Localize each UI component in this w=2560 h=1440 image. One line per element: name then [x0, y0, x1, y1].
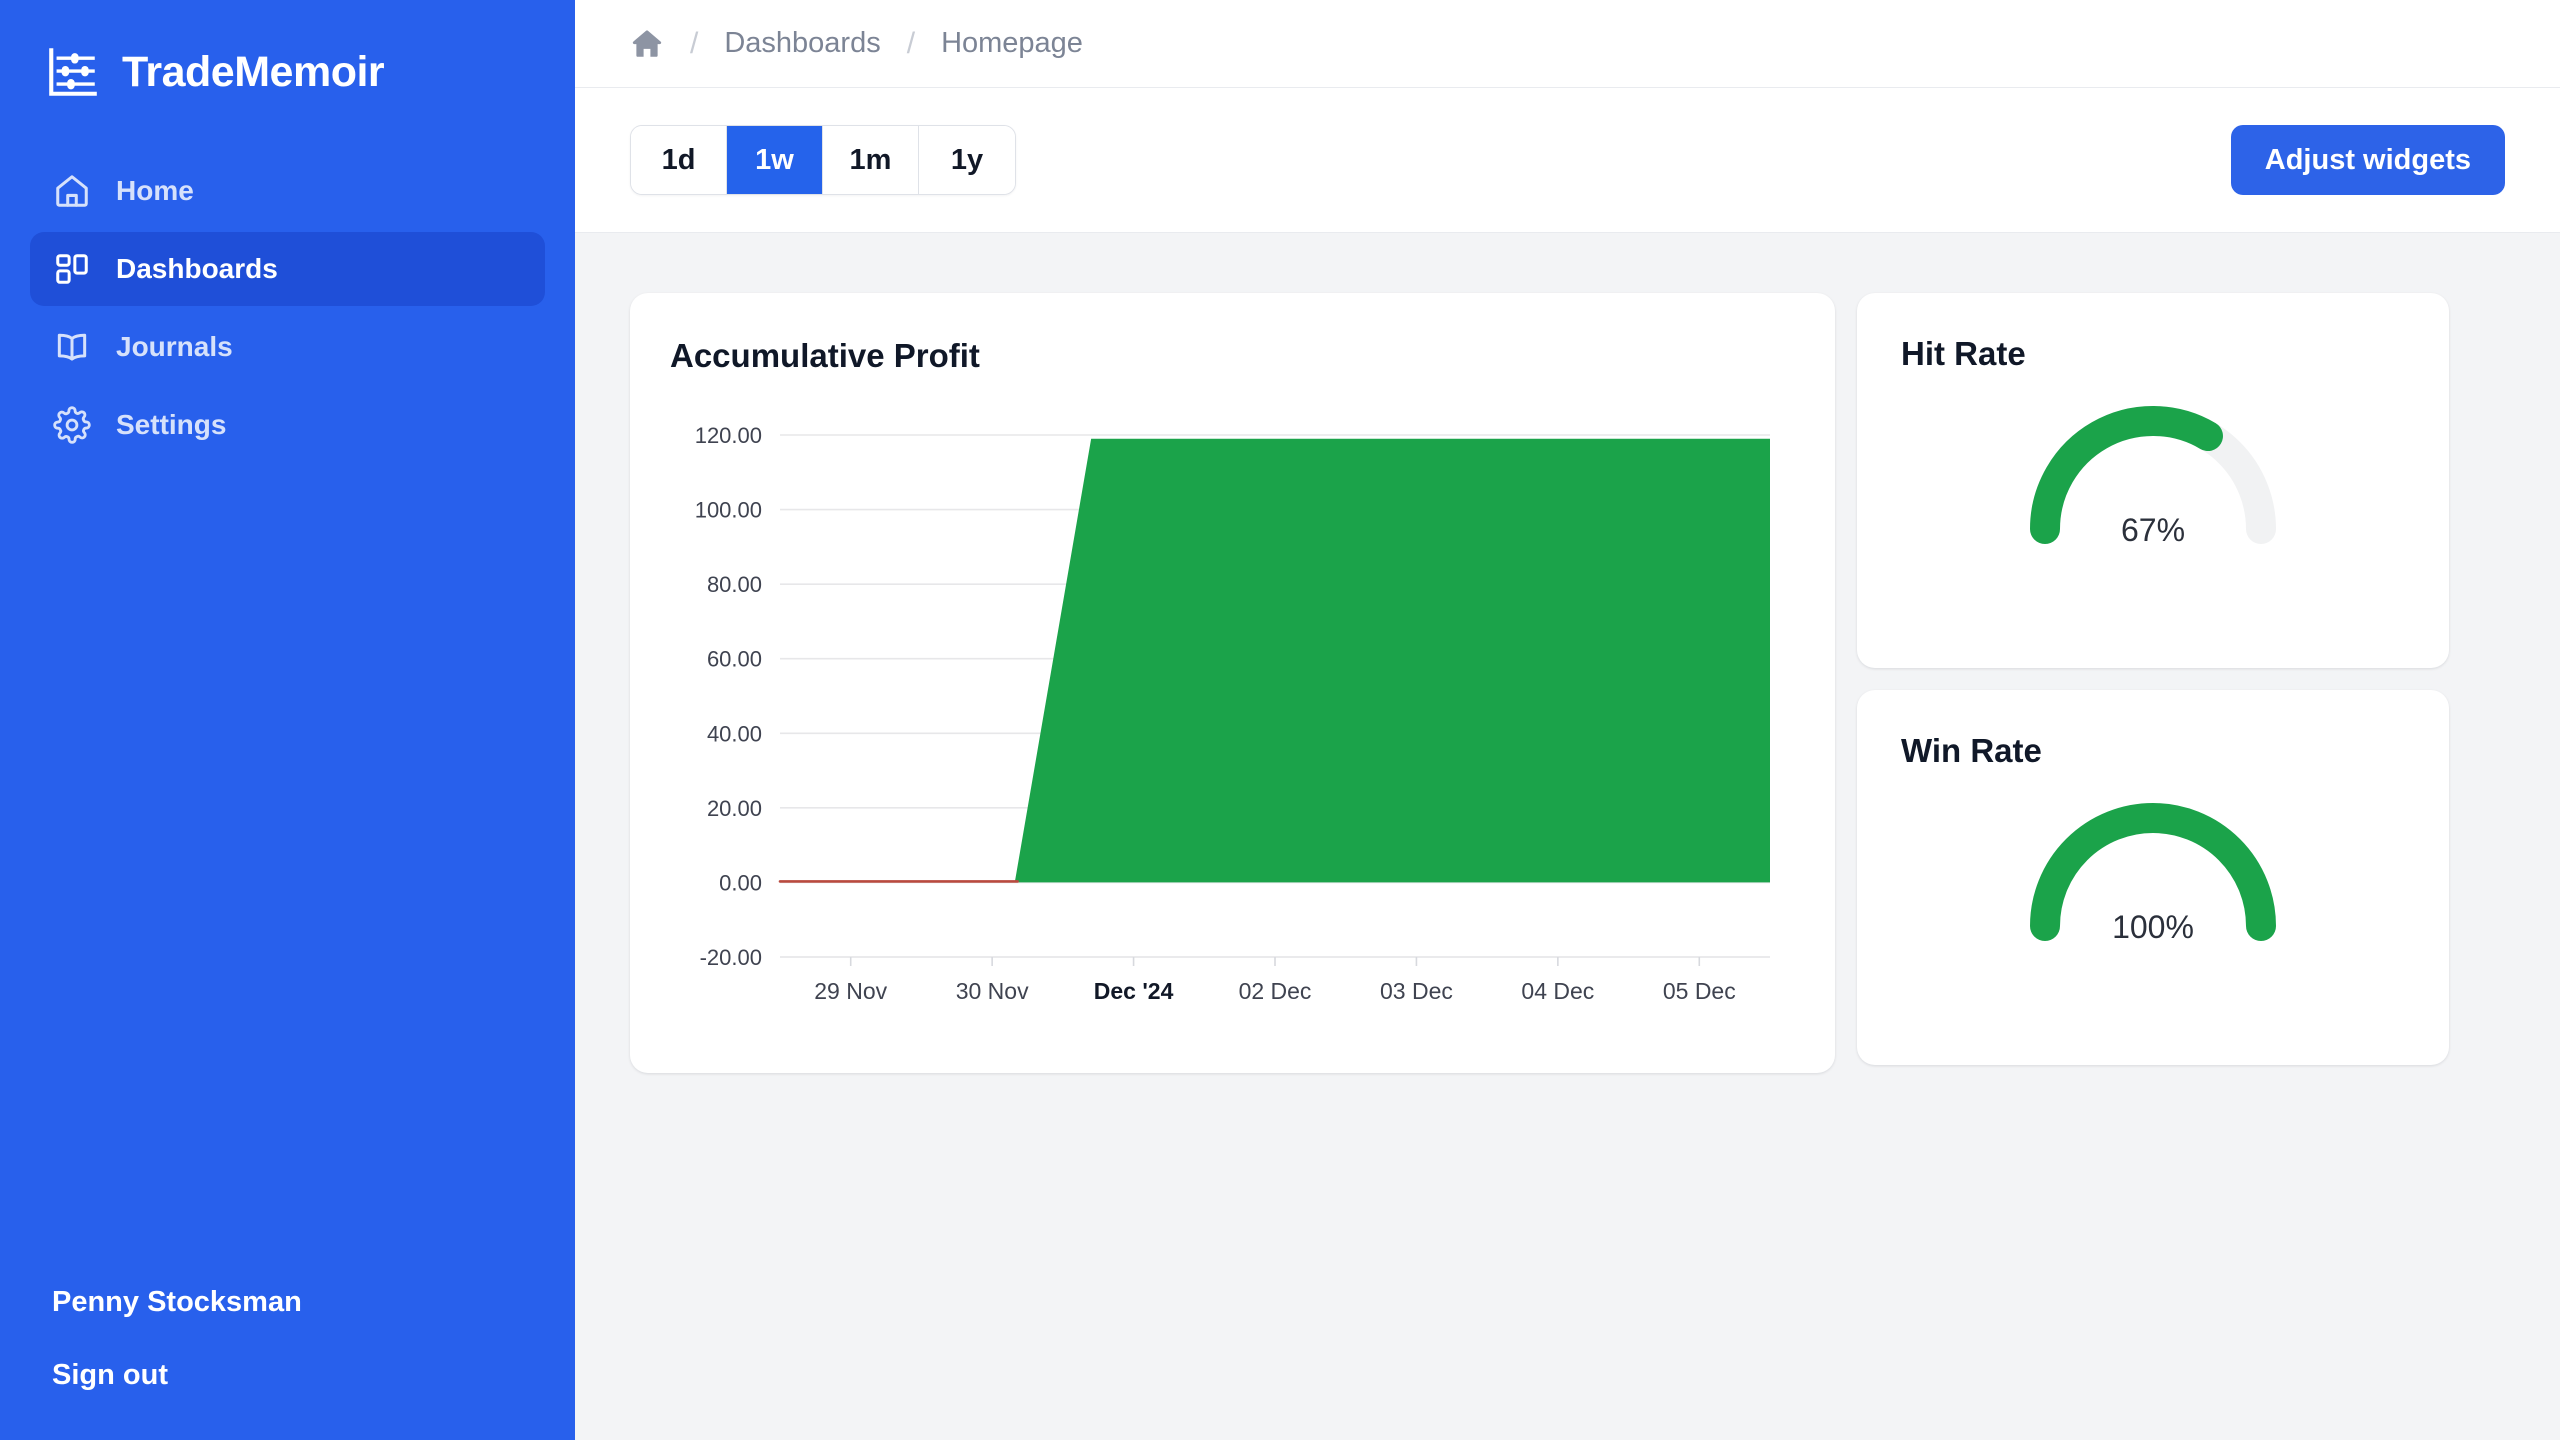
card-title: Win Rate	[1901, 732, 2042, 769]
breadcrumb-separator: /	[906, 26, 916, 60]
svg-text:20.00: 20.00	[707, 796, 762, 821]
sidebar-item-dashboards[interactable]: Dashboards	[30, 232, 545, 306]
breadcrumb: / Dashboards / Homepage	[575, 0, 2560, 88]
sidebar-nav: Home Dashboards Journals Settings	[0, 154, 575, 462]
breadcrumb-item-dashboards[interactable]: Dashboards	[724, 27, 880, 60]
svg-text:05 Dec: 05 Dec	[1663, 978, 1736, 1004]
home-filled-icon[interactable]	[630, 27, 664, 61]
sidebar-item-home[interactable]: Home	[30, 154, 545, 228]
app-root: TradeMemoir Home Dashboards Journals Set…	[0, 0, 2560, 1440]
toolbar: 1d 1w 1m 1y Adjust widgets	[575, 88, 2560, 233]
dashboard-content: Accumulative Profit -20.00 0.00 20.00 40.00…	[575, 233, 2560, 1440]
sidebar-item-label: Journals	[116, 331, 233, 362]
svg-text:04 Dec: 04 Dec	[1521, 978, 1594, 1004]
range-button-1m[interactable]: 1m	[823, 126, 919, 194]
sign-out-button[interactable]: Sign out	[52, 1359, 168, 1392]
range-button-1w[interactable]: 1w	[727, 126, 823, 194]
breadcrumb-separator: /	[690, 26, 699, 60]
sidebar-item-label: Home	[116, 175, 194, 206]
brand[interactable]: TradeMemoir	[0, 0, 575, 112]
svg-text:67%: 67%	[2121, 512, 2185, 548]
adjust-widgets-button[interactable]: Adjust widgets	[2230, 125, 2505, 195]
hit-rate-card: Hit Rate 67%	[1857, 293, 2449, 668]
svg-text:0.00: 0.00	[719, 870, 762, 895]
time-range-group: 1d 1w 1m 1y	[630, 125, 1016, 195]
svg-text:Dec '24: Dec '24	[1094, 978, 1174, 1004]
svg-text:80.00: 80.00	[707, 572, 762, 597]
svg-text:29 Nov: 29 Nov	[814, 978, 887, 1004]
gear-icon	[52, 405, 92, 445]
svg-text:02 Dec: 02 Dec	[1239, 978, 1312, 1004]
main-area: / Dashboards / Homepage 1d 1w 1m 1y Adju…	[575, 0, 2560, 1440]
home-icon	[52, 171, 92, 211]
range-button-1y[interactable]: 1y	[919, 126, 1015, 194]
svg-text:60.00: 60.00	[707, 647, 762, 672]
svg-text:100%: 100%	[2112, 909, 2194, 945]
breadcrumb-item-homepage[interactable]: Homepage	[941, 27, 1083, 60]
sidebar-footer: Penny Stocksman Sign out	[0, 1286, 575, 1440]
book-open-icon	[52, 327, 92, 367]
win-rate-gauge: 100%	[1901, 776, 2405, 1026]
range-button-1d[interactable]: 1d	[631, 126, 727, 194]
accumulative-profit-chart[interactable]: -20.00 0.00 20.00 40.00 60.00 80.00 100.00 120.…	[670, 417, 1795, 1027]
svg-text:100.00: 100.00	[695, 498, 762, 523]
user-name: Penny Stocksman	[52, 1286, 302, 1318]
card-title: Hit Rate	[1901, 335, 2026, 372]
svg-text:40.00: 40.00	[707, 721, 762, 746]
svg-text:30 Nov: 30 Nov	[956, 978, 1029, 1004]
svg-text:-20.00: -20.00	[700, 945, 762, 970]
sidebar-item-settings[interactable]: Settings	[30, 388, 545, 462]
accumulative-profit-card: Accumulative Profit -20.00 0.00 20.00 40.00…	[630, 293, 1835, 1073]
abacus-icon	[44, 43, 102, 101]
hit-rate-gauge: 67%	[1901, 379, 2405, 629]
sidebar: TradeMemoir Home Dashboards Journals Set…	[0, 0, 575, 1440]
layout-dashboard-icon	[52, 249, 92, 289]
sidebar-item-label: Settings	[116, 409, 227, 440]
svg-text:120.00: 120.00	[695, 423, 762, 448]
sidebar-item-label: Dashboards	[116, 253, 278, 284]
sidebar-item-journals[interactable]: Journals	[30, 310, 545, 384]
right-column: Hit Rate 67% Win Rate 100%	[1857, 293, 2449, 1065]
card-title: Accumulative Profit	[670, 337, 980, 374]
svg-text:03 Dec: 03 Dec	[1380, 978, 1453, 1004]
brand-name: TradeMemoir	[122, 47, 385, 96]
win-rate-card: Win Rate 100%	[1857, 690, 2449, 1065]
